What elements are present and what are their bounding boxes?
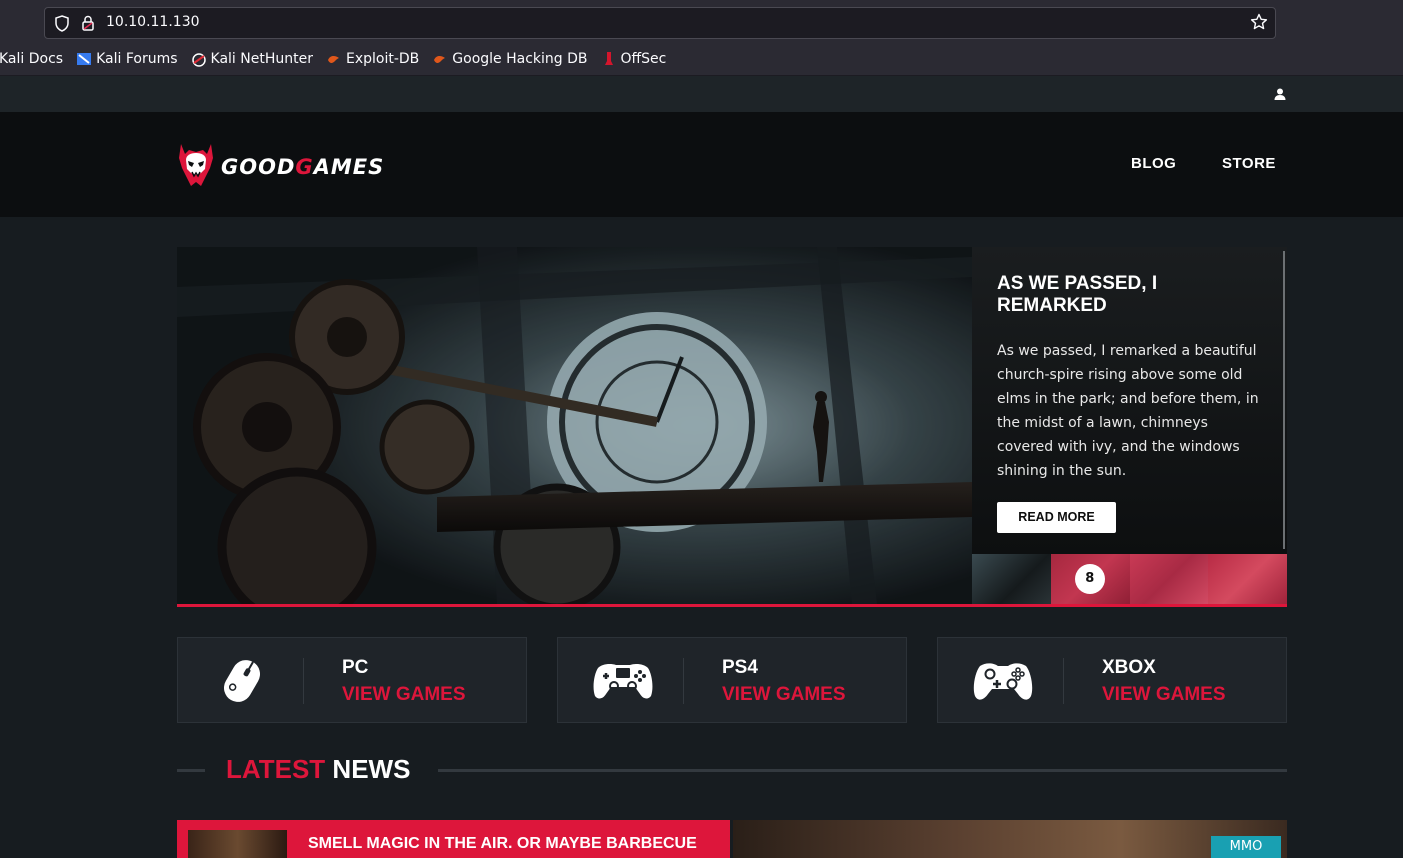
news-title[interactable]: SMELL MAGIC IN THE AIR. OR MAYBE BARBECU… <box>308 835 697 853</box>
thumbnail-1[interactable] <box>972 554 1051 604</box>
latest-news-heading: LATEST NEWS <box>226 754 410 785</box>
news-card-featured[interactable]: SMELL MAGIC IN THE AIR. OR MAYBE BARBECU… <box>177 820 730 858</box>
site-logo[interactable]: GOODGAMES <box>177 142 384 192</box>
nav-store[interactable]: STORE <box>1222 155 1276 172</box>
nav-blog[interactable]: BLOG <box>1131 155 1176 172</box>
nethunter-icon <box>191 51 207 67</box>
kali-forums-icon <box>76 51 92 67</box>
xbox-controller-icon <box>968 658 1038 704</box>
news-card-image[interactable]: MMO <box>733 820 1287 858</box>
bookmark-label: Kali Forums <box>96 51 178 67</box>
section-divider-left <box>177 769 205 772</box>
hero-caption-panel: AS WE PASSED, I REMARKED As we passed, I… <box>972 247 1287 554</box>
bookmark-exploit-db[interactable]: Exploit-DB <box>326 51 419 67</box>
hero-accent-line <box>177 604 1287 607</box>
category-xbox[interactable]: XBOX VIEW GAMES <box>937 637 1287 723</box>
site-topbar <box>0 76 1403 112</box>
bookmark-google-hacking-db[interactable]: Google Hacking DB <box>432 51 588 67</box>
bookmark-label: Kali NetHunter <box>210 51 313 67</box>
category-name: PC <box>342 657 369 678</box>
mouse-icon <box>208 658 278 704</box>
bookmark-label: OffSec <box>620 51 667 67</box>
category-tag[interactable]: MMO <box>1211 836 1281 858</box>
hero-title: AS WE PASSED, I REMARKED <box>997 273 1158 316</box>
bookmark-star-icon[interactable] <box>1250 13 1268 35</box>
exploitdb-icon <box>326 51 342 67</box>
url-text[interactable]: 10.10.11.130 <box>106 14 200 30</box>
bookmark-kali-forums[interactable]: Kali Forums <box>76 51 178 67</box>
category-name: PS4 <box>722 657 758 678</box>
hero-text: As we passed, I remarked a beautiful chu… <box>997 343 1259 479</box>
category-pc[interactable]: PC VIEW GAMES <box>177 637 527 723</box>
logo-text-g: G <box>295 155 314 179</box>
bookmark-label: Google Hacking DB <box>452 51 588 67</box>
category-divider <box>683 658 684 704</box>
thumbnail-3[interactable] <box>1129 554 1209 604</box>
bookmark-kali-docs[interactable]: Kali Docs <box>0 51 63 67</box>
category-divider <box>1063 658 1064 704</box>
heading-news: NEWS <box>325 754 411 784</box>
bookmark-label: Kali Docs <box>0 51 64 67</box>
bookmark-offsec[interactable]: OffSec <box>601 51 667 67</box>
bookmark-kali-nethunter[interactable]: Kali NetHunter <box>191 51 313 67</box>
hero-thumbnails: 8 <box>972 554 1287 604</box>
logo-text-ames: AMES <box>313 155 385 179</box>
bookmark-label: Exploit-DB <box>345 51 420 67</box>
ps4-controller-icon <box>588 658 658 704</box>
thumbnail-2[interactable]: 8 <box>1050 554 1130 604</box>
hero-slider: AS WE PASSED, I REMARKED As we passed, I… <box>177 247 1287 607</box>
category-ps4[interactable]: PS4 VIEW GAMES <box>557 637 907 723</box>
bookmarks-bar: Kali Docs Kali Forums Kali NetHunter Exp… <box>0 48 679 70</box>
logo-text: GOODGAMES <box>221 155 384 179</box>
slide-count-badge: 8 <box>1074 564 1105 594</box>
panel-scrollbar[interactable] <box>1283 251 1285 549</box>
logo-text-good: GOOD <box>221 155 296 179</box>
hero-image <box>177 247 972 604</box>
browser-chrome: 10.10.11.130 Kali Docs Kali Forums Kali … <box>0 0 1403 76</box>
user-icon[interactable] <box>1273 86 1287 105</box>
category-name: XBOX <box>1102 657 1156 678</box>
lock-icon[interactable] <box>80 14 96 36</box>
category-divider <box>303 658 304 704</box>
section-divider-right <box>438 769 1287 772</box>
offsec-icon <box>601 51 617 67</box>
thumbnail-4[interactable] <box>1208 554 1287 604</box>
view-games-link[interactable]: VIEW GAMES <box>342 684 466 706</box>
view-games-link[interactable]: VIEW GAMES <box>722 684 846 706</box>
ghdb-icon <box>432 51 448 67</box>
read-more-button[interactable]: READ MORE <box>997 502 1116 533</box>
heading-latest: LATEST <box>226 754 326 784</box>
address-bar[interactable]: 10.10.11.130 <box>44 7 1276 39</box>
site-header: GOODGAMES BLOG STORE <box>0 112 1403 217</box>
demon-logo-icon <box>177 142 215 192</box>
news-thumbnail <box>188 830 287 858</box>
shield-icon[interactable] <box>54 15 70 36</box>
view-games-link[interactable]: VIEW GAMES <box>1102 684 1226 706</box>
